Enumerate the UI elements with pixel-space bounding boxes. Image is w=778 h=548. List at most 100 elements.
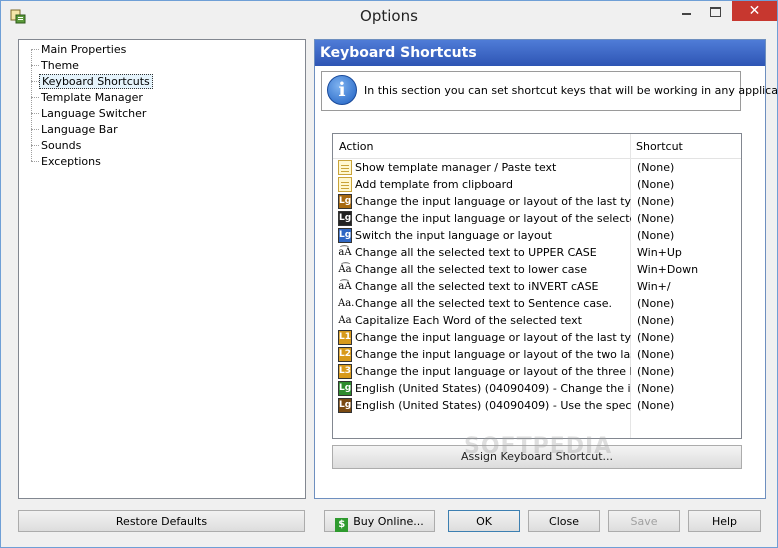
action-cell: Add template from clipboard (355, 178, 513, 191)
options-tree[interactable]: Main Properties Theme Keyboard Shortcuts Te… (18, 39, 306, 499)
tree-item-main-properties[interactable]: Main Properties (39, 42, 128, 57)
language-en-icon: Lg (338, 381, 352, 396)
tree-item-exceptions[interactable]: Exceptions (39, 154, 103, 169)
column-header-shortcut[interactable]: Shortcut (636, 140, 683, 153)
tree-connector (31, 65, 39, 66)
shortcut-cell: (None) (637, 348, 675, 361)
language-1-icon: L1 (338, 330, 352, 345)
tree-connector (31, 97, 39, 98)
table-row[interactable]: Lg Change the input language or layout of… (336, 193, 738, 210)
action-cell: Change the input language or layout of t… (355, 331, 631, 344)
tree-connector (31, 113, 39, 114)
tree-connector (31, 81, 39, 82)
keyboard-shortcuts-panel: Keyboard Shortcuts i In this section you… (314, 39, 778, 499)
shortcut-cell: (None) (637, 178, 675, 191)
tree-item-sounds[interactable]: Sounds (39, 138, 83, 153)
shortcut-cell: (None) (637, 161, 675, 174)
save-button[interactable]: Save (608, 510, 680, 532)
help-label: Help (711, 515, 738, 528)
table-row[interactable]: a͡A Change all the selected text to UPPER… (336, 244, 738, 261)
table-row[interactable]: Show template manager / Paste text (None) (336, 159, 738, 176)
minimize-button[interactable] (673, 1, 701, 21)
shortcut-cell: (None) (637, 297, 675, 310)
shortcut-cell: (None) (637, 382, 675, 395)
table-row[interactable]: Lg Switch the input language or layout (No… (336, 227, 738, 244)
table-row[interactable]: Aa Capitalize Each Word of the selected t… (336, 312, 738, 329)
maximize-button[interactable] (702, 1, 729, 21)
info-text: In this section you can set shortcut key… (364, 84, 778, 97)
tree-item-keyboard-shortcuts[interactable]: Keyboard Shortcuts (39, 74, 153, 89)
table-row[interactable]: L3 Change the input language or layout of… (336, 363, 738, 380)
tree-item-language-bar[interactable]: Language Bar (39, 122, 120, 137)
tree-item-template-manager[interactable]: Template Manager (39, 90, 145, 105)
close-button[interactable]: Close (528, 510, 600, 532)
save-label: Save (630, 515, 658, 528)
shortcut-cell: (None) (637, 365, 675, 378)
window-title: Options (360, 7, 418, 25)
action-cell: English (United States) (04090409) - Use… (355, 399, 631, 412)
shortcut-cell: (None) (637, 212, 675, 225)
ok-button[interactable]: OK (448, 510, 520, 532)
shortcut-cell: (None) (637, 314, 675, 327)
case-upper-icon: a͡A (338, 247, 352, 258)
language-icon: Lg (338, 228, 352, 243)
table-header: Action Shortcut (333, 134, 741, 159)
table-row[interactable]: Lg English (United States) (04090409) - C… (336, 380, 738, 397)
action-cell: Change all the selected text to iNVERT c… (355, 280, 599, 293)
table-row[interactable]: L1 Change the input language or layout of… (336, 329, 738, 346)
restore-defaults-label: Restore Defaults (115, 515, 208, 528)
tree-item-language-switcher[interactable]: Language Switcher (39, 106, 148, 121)
shortcut-cell: (None) (637, 331, 675, 344)
shortcuts-table[interactable]: Action Shortcut Show template manager / … (332, 133, 742, 439)
language-3-icon: L3 (338, 364, 352, 379)
language-icon: Lg (338, 211, 352, 226)
shortcut-cell: Win+Up (637, 246, 682, 259)
action-cell: Switch the input language or layout (355, 229, 552, 242)
watermark: SOFTPEDIA (464, 434, 613, 459)
tree-connector (31, 129, 39, 130)
table-row[interactable]: A͡a Change all the selected text to lower… (336, 261, 738, 278)
tree-item-theme[interactable]: Theme (39, 58, 81, 73)
help-button[interactable]: Help (688, 510, 761, 532)
options-window: Options ✕ Main Properties Theme Keyboard S… (0, 0, 778, 548)
language-2-icon: L2 (338, 347, 352, 362)
action-cell: Show template manager / Paste text (355, 161, 557, 174)
document-icon (338, 160, 352, 175)
shortcut-cell: (None) (637, 399, 675, 412)
tree-connector (31, 161, 39, 162)
action-cell: Capitalize Each Word of the selected tex… (355, 314, 582, 327)
table-row[interactable]: Lg Change the input language or layout of… (336, 210, 738, 227)
close-label: Close (549, 515, 579, 528)
add-document-icon (338, 177, 352, 192)
action-cell: Change all the selected text to Sentence… (355, 297, 613, 310)
action-cell: Change all the selected text to lower ca… (355, 263, 588, 276)
tree-connector (31, 49, 39, 50)
restore-defaults-button[interactable]: Restore Defaults (18, 510, 305, 532)
title-bar[interactable]: Options ✕ (1, 1, 777, 32)
tree-connector (31, 145, 39, 146)
table-row[interactable]: L2 Change the input language or layout of… (336, 346, 738, 363)
buy-online-label: Buy Online... (353, 515, 424, 528)
language-en-icon: Lg (338, 398, 352, 413)
shortcut-cell: Win+/ (637, 280, 671, 293)
column-header-action[interactable]: Action (339, 140, 373, 153)
action-cell: English (United States) (04090409) - Cha… (355, 382, 631, 395)
case-sentence-icon: Aa. (338, 298, 355, 309)
close-window-button[interactable]: ✕ (732, 1, 777, 21)
case-lower-icon: A͡a (338, 264, 352, 275)
shortcut-cell: Win+Down (637, 263, 699, 276)
language-icon: Lg (338, 194, 352, 209)
shortcut-cell: (None) (637, 195, 675, 208)
info-icon: i (327, 75, 357, 105)
table-row[interactable]: Aa. Change all the selected text to Sente… (336, 295, 738, 312)
table-row[interactable]: a͡A Change all the selected text to iNVER… (336, 278, 738, 295)
action-cell: Change the input language or layout of t… (355, 212, 631, 225)
buy-online-button[interactable]: $ Buy Online... (324, 510, 435, 532)
action-cell: Change the input language or layout of t… (355, 365, 631, 378)
action-cell: Change the input language or layout of t… (355, 195, 631, 208)
table-row[interactable]: Add template from clipboard (None) (336, 176, 738, 193)
info-box: i In this section you can set shortcut k… (321, 71, 778, 111)
action-cell: Change all the selected text to UPPER CA… (355, 246, 597, 259)
table-row[interactable]: Lg English (United States) (04090409) - U… (336, 397, 738, 414)
action-cell: Change the input language or layout of t… (355, 348, 631, 361)
